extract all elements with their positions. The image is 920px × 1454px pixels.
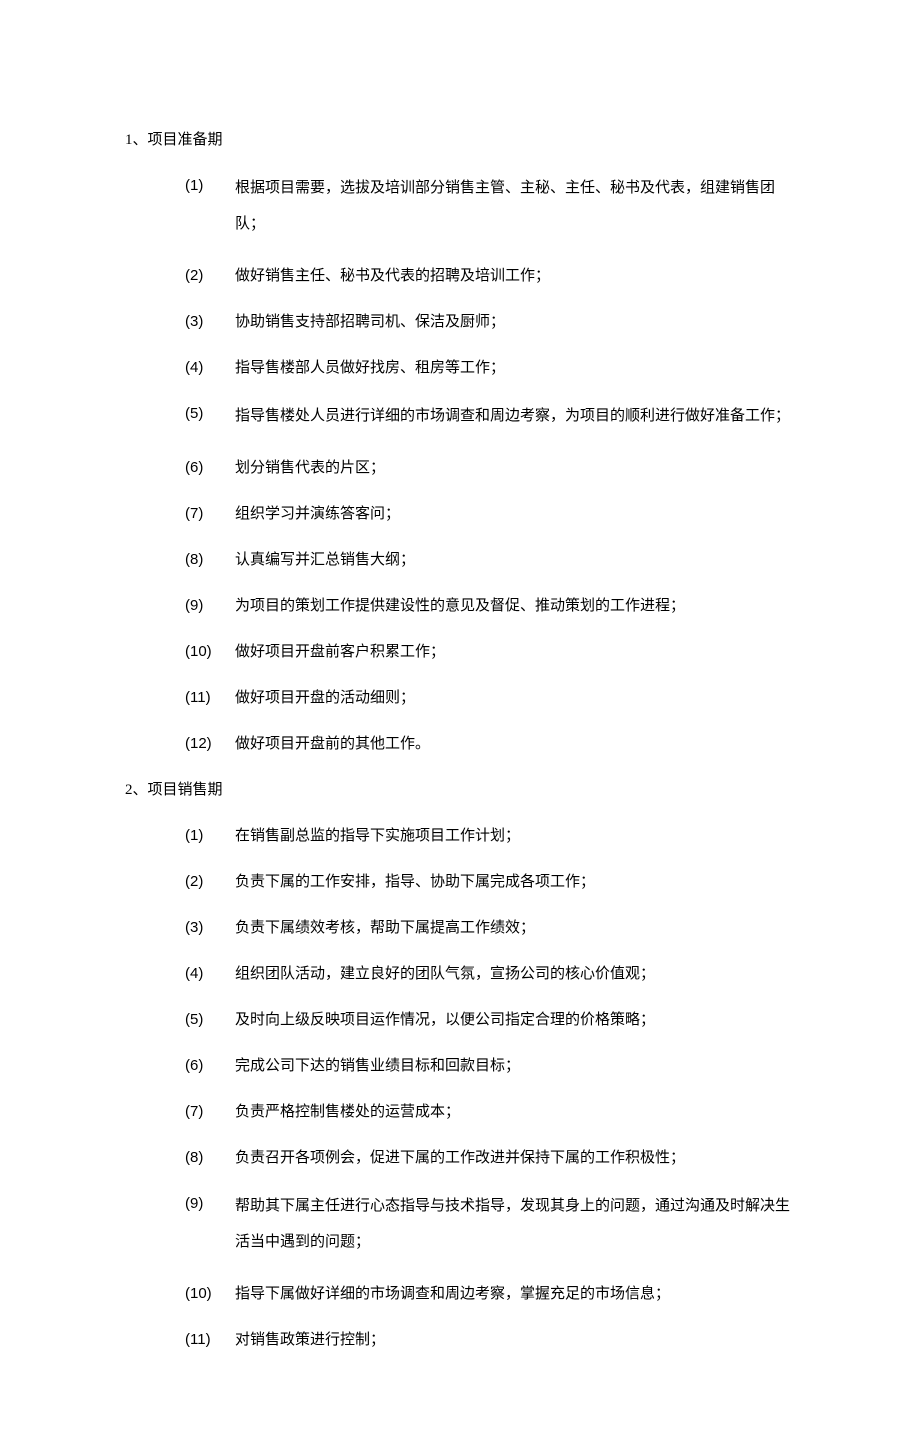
- item-number: (2): [185, 264, 235, 288]
- list-item: (7)负责严格控制售楼处的运营成本；: [125, 1100, 795, 1124]
- item-number: (5): [185, 1008, 235, 1032]
- item-number: (11): [185, 1328, 235, 1352]
- list-item: (4)组织团队活动，建立良好的团队气氛，宣扬公司的核心价值观；: [125, 962, 795, 986]
- list-item: (5)及时向上级反映项目运作情况，以便公司指定合理的价格策略；: [125, 1008, 795, 1032]
- item-number: (6): [185, 456, 235, 480]
- document-body: 1、项目准备期(1)根据项目需要，选拔及培训部分销售主管、主秘、主任、秘书及代表…: [125, 128, 795, 1352]
- item-text: 做好项目开盘前的其他工作。: [235, 732, 795, 756]
- item-number: (1): [185, 824, 235, 848]
- list-item: (12)做好项目开盘前的其他工作。: [125, 732, 795, 756]
- item-number: (10): [185, 1282, 235, 1306]
- item-text: 组织团队活动，建立良好的团队气氛，宣扬公司的核心价值观；: [235, 962, 795, 986]
- item-text: 指导售楼处人员进行详细的市场调查和周边考察，为项目的顺利进行做好准备工作；: [235, 398, 795, 434]
- list-item: (8)认真编写并汇总销售大纲；: [125, 548, 795, 572]
- item-text: 划分销售代表的片区；: [235, 456, 795, 480]
- item-number: (4): [185, 962, 235, 986]
- list-item: (11)做好项目开盘的活动细则；: [125, 686, 795, 710]
- item-text: 负责下属的工作安排，指导、协助下属完成各项工作；: [235, 870, 795, 894]
- item-text: 负责严格控制售楼处的运营成本；: [235, 1100, 795, 1124]
- item-text: 认真编写并汇总销售大纲；: [235, 548, 795, 572]
- item-text: 组织学习并演练答客问；: [235, 502, 795, 526]
- item-text: 根据项目需要，选拔及培训部分销售主管、主秘、主任、秘书及代表，组建销售团队；: [235, 170, 795, 242]
- item-number: (9): [185, 594, 235, 618]
- item-number: (3): [185, 310, 235, 334]
- item-text: 在销售副总监的指导下实施项目工作计划；: [235, 824, 795, 848]
- item-number: (2): [185, 870, 235, 894]
- list-item: (3)负责下属绩效考核，帮助下属提高工作绩效；: [125, 916, 795, 940]
- section-heading: 1、项目准备期: [125, 128, 795, 152]
- item-number: (7): [185, 1100, 235, 1124]
- list-item: (1)根据项目需要，选拔及培训部分销售主管、主秘、主任、秘书及代表，组建销售团队…: [125, 174, 795, 242]
- list-item: (2)负责下属的工作安排，指导、协助下属完成各项工作；: [125, 870, 795, 894]
- item-number: (1): [185, 174, 235, 242]
- list-item: (3)协助销售支持部招聘司机、保洁及厨师；: [125, 310, 795, 334]
- list-item: (2)做好销售主任、秘书及代表的招聘及培训工作；: [125, 264, 795, 288]
- item-text: 对销售政策进行控制；: [235, 1328, 795, 1352]
- item-text: 完成公司下达的销售业绩目标和回款目标；: [235, 1054, 795, 1078]
- list-item: (6)完成公司下达的销售业绩目标和回款目标；: [125, 1054, 795, 1078]
- item-text: 负责召开各项例会，促进下属的工作改进并保持下属的工作积极性；: [235, 1146, 795, 1170]
- item-text: 为项目的策划工作提供建设性的意见及督促、推动策划的工作进程；: [235, 594, 795, 618]
- item-number: (11): [185, 686, 235, 710]
- item-text: 做好项目开盘前客户积累工作；: [235, 640, 795, 664]
- item-number: (4): [185, 356, 235, 380]
- list-item: (9)为项目的策划工作提供建设性的意见及督促、推动策划的工作进程；: [125, 594, 795, 618]
- item-number: (10): [185, 640, 235, 664]
- list-item: (11)对销售政策进行控制；: [125, 1328, 795, 1352]
- item-text: 帮助其下属主任进行心态指导与技术指导，发现其身上的问题，通过沟通及时解决生活当中…: [235, 1188, 795, 1260]
- item-text: 指导售楼部人员做好找房、租房等工作；: [235, 356, 795, 380]
- item-number: (6): [185, 1054, 235, 1078]
- section-heading: 2、项目销售期: [125, 778, 795, 802]
- item-number: (12): [185, 732, 235, 756]
- list-item: (6)划分销售代表的片区；: [125, 456, 795, 480]
- item-text: 协助销售支持部招聘司机、保洁及厨师；: [235, 310, 795, 334]
- item-number: (3): [185, 916, 235, 940]
- list-item: (10)指导下属做好详细的市场调查和周边考察，掌握充足的市场信息；: [125, 1282, 795, 1306]
- list-item: (5)指导售楼处人员进行详细的市场调查和周边考察，为项目的顺利进行做好准备工作；: [125, 402, 795, 434]
- item-text: 做好销售主任、秘书及代表的招聘及培训工作；: [235, 264, 795, 288]
- list-item: (7)组织学习并演练答客问；: [125, 502, 795, 526]
- item-text: 及时向上级反映项目运作情况，以便公司指定合理的价格策略；: [235, 1008, 795, 1032]
- item-text: 做好项目开盘的活动细则；: [235, 686, 795, 710]
- item-number: (9): [185, 1192, 235, 1260]
- item-text: 指导下属做好详细的市场调查和周边考察，掌握充足的市场信息；: [235, 1282, 795, 1306]
- list-item: (9)帮助其下属主任进行心态指导与技术指导，发现其身上的问题，通过沟通及时解决生…: [125, 1192, 795, 1260]
- list-item: (1)在销售副总监的指导下实施项目工作计划；: [125, 824, 795, 848]
- item-number: (7): [185, 502, 235, 526]
- list-item: (8)负责召开各项例会，促进下属的工作改进并保持下属的工作积极性；: [125, 1146, 795, 1170]
- list-item: (4)指导售楼部人员做好找房、租房等工作；: [125, 356, 795, 380]
- item-number: (5): [185, 402, 235, 434]
- item-text: 负责下属绩效考核，帮助下属提高工作绩效；: [235, 916, 795, 940]
- item-number: (8): [185, 1146, 235, 1170]
- list-item: (10)做好项目开盘前客户积累工作；: [125, 640, 795, 664]
- item-number: (8): [185, 548, 235, 572]
